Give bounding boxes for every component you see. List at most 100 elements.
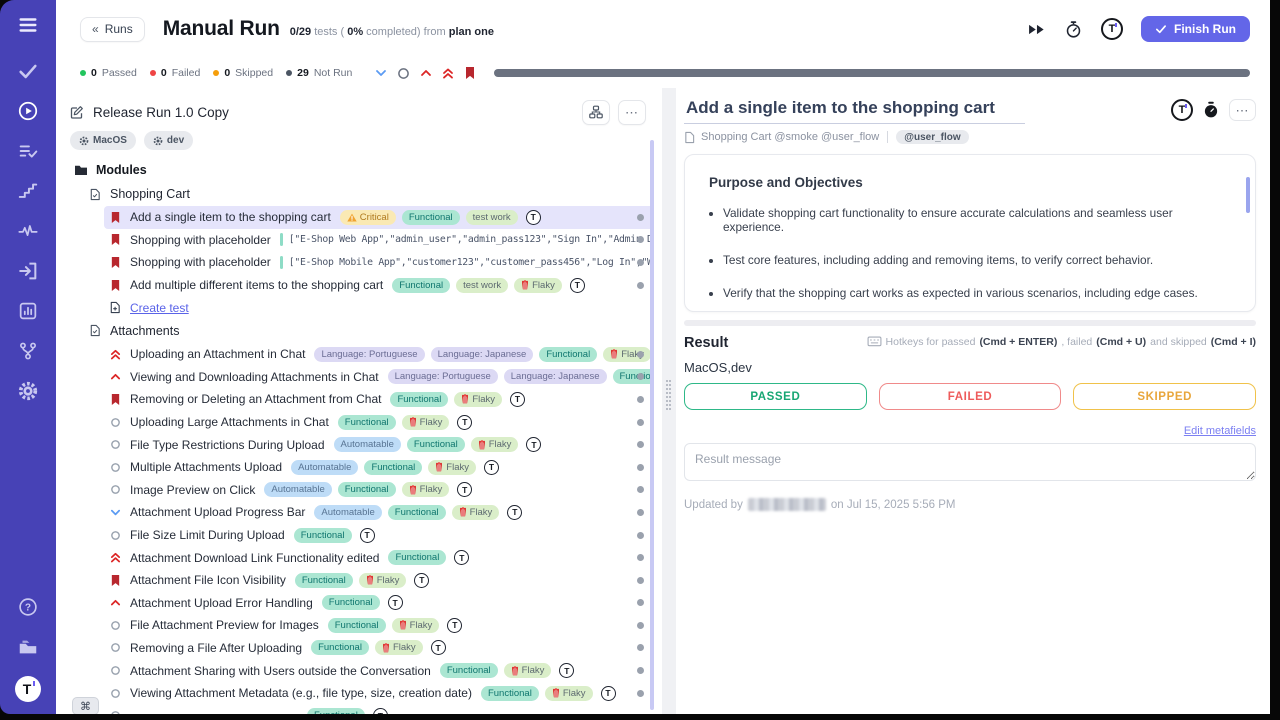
test-more-button[interactable]: ⋯ [1229,99,1256,121]
test-row[interactable]: Attachment File Icon VisibilityFunctiona… [104,569,654,592]
branches-icon[interactable] [17,340,39,362]
testomat-test-icon[interactable]: T [1171,99,1193,121]
test-row[interactable]: Add multiple different items to the shop… [104,274,654,297]
tests-check-icon[interactable] [17,60,39,82]
finish-run-button[interactable]: Finish Run [1141,16,1250,42]
skipped-button[interactable]: SKIPPED [1073,383,1256,410]
badge-flaky: Flaky [392,618,440,633]
test-row[interactable]: Multiple Attachments UploadAutomatableFu… [104,456,654,479]
filter-chevron-down-icon[interactable] [375,67,387,79]
section-label: Shopping Cart [110,187,190,201]
testomat-icon: T [454,550,469,565]
status-dot[interactable] [637,351,644,358]
command-shortcut-button[interactable]: ⌘ [72,697,99,714]
section-row[interactable]: Shopping Cart [88,182,662,206]
test-row[interactable]: FunctionalT [104,704,654,714]
reports-chart-icon[interactable] [17,300,39,322]
tree-scrollbar[interactable] [650,140,654,710]
timer-filled-icon[interactable] [1202,101,1220,119]
status-dot[interactable] [637,259,644,266]
test-row[interactable]: Viewing and Downloading Attachments in C… [104,366,654,389]
hotkeys-hint: Hotkeys for passed(Cmd + ENTER), failed(… [867,336,1256,348]
test-row[interactable]: Shopping with placeholder["E-Shop Web Ap… [104,229,654,252]
badge-functional: Functional [338,415,396,430]
test-row[interactable]: Viewing Attachment Metadata (e.g., file … [104,682,654,705]
test-row[interactable]: Attachment Sharing with Users outside th… [104,659,654,682]
create-test-link[interactable]: Create test [130,301,189,315]
run-more-button[interactable]: ⋯ [618,100,646,125]
status-dot[interactable] [637,214,644,221]
back-to-runs-button[interactable]: « Runs [80,17,145,42]
test-row[interactable]: Attachment Upload Progress BarAutomatabl… [104,501,654,524]
test-title: Viewing Attachment Metadata (e.g., file … [130,686,472,700]
steps-icon[interactable] [17,180,39,202]
status-dot[interactable] [637,577,644,584]
test-row[interactable]: Attachment Download Link Functionality e… [104,546,654,569]
failed-button[interactable]: FAILED [879,383,1062,410]
test-row[interactable]: Removing or Deleting an Attachment from … [104,388,654,411]
tree-view-button[interactable] [582,100,610,125]
test-title[interactable]: Add a single item to the shopping cart [684,96,1025,124]
menu-icon[interactable] [17,14,39,36]
priority-bookmark-icon [108,279,122,292]
help-icon[interactable]: ? [17,596,39,618]
stats-bar: 0Passed 0Failed 0Skipped 29Not Run [56,58,1270,88]
projects-folder-icon[interactable] [17,636,39,658]
testomat-logo-icon[interactable]: T [15,676,41,702]
badge-automatable: Automatable [264,482,331,497]
test-row[interactable]: Uploading Large Attachments in ChatFunct… [104,411,654,434]
horizontal-splitter[interactable] [684,320,1256,326]
status-dot[interactable] [637,622,644,629]
test-row[interactable]: File Size Limit During UploadFunctionalT [104,524,654,547]
test-row[interactable]: Uploading an Attachment in ChatLanguage:… [104,343,654,366]
priority-bookmark-icon [108,233,122,246]
filter-chevrons-up-icon[interactable] [442,67,454,80]
objective-item: Test core features, including adding and… [723,253,1231,267]
test-row[interactable]: File Attachment Preview for ImagesFuncti… [104,614,654,637]
status-dot[interactable] [637,419,644,426]
filter-chevron-up-icon[interactable] [420,67,432,79]
section-row[interactable]: Attachments [88,319,662,343]
fast-forward-icon[interactable] [1027,23,1046,36]
settings-gear-icon[interactable] [17,380,39,402]
edit-metafields-link[interactable]: Edit metafields [1184,425,1256,437]
test-title: Attachment Upload Progress Bar [130,505,305,519]
plan-link[interactable]: plan one [449,26,494,38]
test-row[interactable]: File Type Restrictions During UploadAuto… [104,433,654,456]
tag-chip[interactable]: dev [144,131,193,150]
import-icon[interactable] [17,260,39,282]
test-row[interactable]: Add a single item to the shopping cartCr… [104,206,654,229]
priority-chevrons-up-icon [108,348,122,361]
panel-splitter[interactable] [662,88,676,714]
test-row[interactable]: Attachment Upload Error HandlingFunction… [104,592,654,615]
result-message-input[interactable] [684,443,1256,481]
description-scrollbar[interactable] [1246,177,1250,213]
timer-icon[interactable] [1064,20,1083,39]
filter-bookmark-icon[interactable] [464,66,476,80]
user-flow-tag[interactable]: @user_flow [896,130,968,144]
pulse-icon[interactable] [17,220,39,242]
status-dot[interactable] [637,396,644,403]
run-header: « Runs Manual Run 0/29 tests ( 0% comple… [56,0,1270,58]
badge-flaky: Flaky [375,640,423,655]
tag-chip[interactable]: MacOS [70,131,136,150]
passed-button[interactable]: PASSED [684,383,867,410]
run-title[interactable]: Release Run 1.0 Copy [93,105,229,120]
test-row[interactable]: Removing a File After UploadingFunctiona… [104,637,654,660]
test-plans-icon[interactable] [17,140,39,162]
create-test-row[interactable]: Create test [104,296,654,319]
test-row[interactable]: Image Preview on ClickAutomatableFunctio… [104,479,654,502]
test-row[interactable]: Shopping with placeholder["E-Shop Mobile… [104,251,654,274]
edit-run-icon[interactable] [70,105,84,119]
status-dot[interactable] [637,464,644,471]
status-dot[interactable] [637,532,644,539]
folder-row[interactable]: Modules [74,158,662,182]
status-dot[interactable] [637,690,644,697]
status-dot[interactable] [637,282,644,289]
filter-circle-icon[interactable] [397,67,410,80]
testomat-header-icon[interactable]: T [1101,18,1123,40]
priority-circle-icon [108,461,122,474]
splitter-handle[interactable] [666,380,671,410]
runs-play-icon[interactable] [17,100,39,122]
status-dot[interactable] [637,509,644,516]
